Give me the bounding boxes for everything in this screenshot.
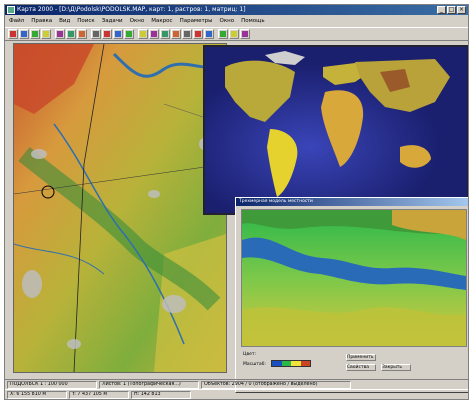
map-workspace[interactable]: Трехмерная модель местности Цвет: Масшта… bbox=[13, 43, 468, 393]
menu-search[interactable]: Поиск bbox=[77, 18, 94, 24]
menu-macro[interactable]: Макрос bbox=[151, 18, 172, 24]
open-icon bbox=[21, 31, 27, 37]
menu-window[interactable]: Окно bbox=[130, 18, 145, 24]
move-icon bbox=[104, 31, 110, 37]
cut-icon bbox=[57, 31, 63, 37]
world-canvas bbox=[205, 47, 467, 213]
legend-button[interactable] bbox=[204, 29, 214, 39]
legend-icon bbox=[206, 31, 212, 37]
new-icon bbox=[10, 31, 16, 37]
status-y: Y: 7 437 105 м bbox=[69, 390, 129, 399]
ruler-button[interactable] bbox=[182, 29, 192, 39]
legend-swatch bbox=[272, 361, 282, 366]
zoom-in-button[interactable] bbox=[138, 29, 148, 39]
color-scale-legend[interactable] bbox=[271, 360, 311, 367]
zoom-in-icon bbox=[140, 31, 146, 37]
info-button[interactable] bbox=[229, 29, 239, 39]
menu-view[interactable]: Вид bbox=[59, 18, 70, 24]
terrain-canvas bbox=[14, 44, 226, 372]
legend-swatch bbox=[281, 361, 291, 366]
move-button[interactable] bbox=[102, 29, 112, 39]
title-bar: Карта 2000 - [D:\Д\Podolsk\PODOLSK.MAP, … bbox=[5, 5, 468, 15]
zoom-out-button[interactable] bbox=[149, 29, 159, 39]
hand-icon bbox=[173, 31, 179, 37]
menu-window-2[interactable]: Окно bbox=[220, 18, 235, 24]
zoom-out-icon bbox=[151, 31, 157, 37]
print-icon bbox=[43, 31, 49, 37]
layers-icon bbox=[195, 31, 201, 37]
coordinate-bar: X: 6 155 810 м Y: 7 437 105 м H: 142 813 bbox=[5, 389, 468, 399]
zoom-fit-button[interactable] bbox=[160, 29, 170, 39]
properties-button[interactable]: Свойства bbox=[346, 364, 376, 371]
main-toolbar bbox=[5, 27, 468, 41]
draw-button[interactable] bbox=[124, 29, 134, 39]
select-button[interactable] bbox=[113, 29, 123, 39]
draw-icon bbox=[126, 31, 132, 37]
relief-window-titlebar[interactable]: Трехмерная модель местности bbox=[236, 198, 468, 206]
close-label: Закрыть bbox=[382, 365, 403, 370]
apply-button[interactable]: Применить bbox=[346, 354, 376, 361]
pointer-icon bbox=[93, 31, 99, 37]
pointer-button[interactable] bbox=[91, 29, 101, 39]
save-icon bbox=[32, 31, 38, 37]
status-sheets: Листов: 1 (Топографическая...) bbox=[99, 380, 199, 389]
legend-swatch bbox=[300, 361, 310, 366]
help-button[interactable] bbox=[218, 29, 228, 39]
relief-canvas bbox=[242, 210, 466, 346]
paste-button[interactable] bbox=[77, 29, 87, 39]
hand-button[interactable] bbox=[171, 29, 181, 39]
copy-icon bbox=[68, 31, 74, 37]
status-bar: ПОДОЛЬСК 1 : 100 000 Листов: 1 (Топограф… bbox=[5, 379, 468, 389]
color-label: Цвет: bbox=[243, 352, 257, 357]
properties-label: Свойства bbox=[347, 365, 369, 370]
close-button[interactable]: × bbox=[457, 6, 466, 14]
copy-button[interactable] bbox=[66, 29, 76, 39]
status-h: H: 142 813 bbox=[131, 390, 191, 399]
topographic-map[interactable] bbox=[13, 43, 227, 373]
menu-bar: Файл Правка Вид Поиск Задачи Окно Макрос… bbox=[5, 16, 468, 26]
application-window: Карта 2000 - [D:\Д\Podolsk\PODOLSK.MAP, … bbox=[4, 4, 469, 400]
legend-swatch bbox=[291, 361, 301, 366]
status-scale: ПОДОЛЬСК 1 : 100 000 bbox=[7, 380, 97, 389]
help-icon bbox=[220, 31, 226, 37]
paste-icon bbox=[79, 31, 85, 37]
menu-tasks[interactable]: Задачи bbox=[102, 18, 123, 24]
window-controls: _ □ × bbox=[437, 6, 466, 14]
print-button[interactable] bbox=[41, 29, 51, 39]
cut-button[interactable] bbox=[55, 29, 65, 39]
layers-button[interactable] bbox=[193, 29, 203, 39]
menu-help[interactable]: Помощь bbox=[241, 18, 264, 24]
menu-parameters[interactable]: Параметры bbox=[180, 18, 213, 24]
apply-label: Применить bbox=[347, 355, 374, 360]
open-button[interactable] bbox=[19, 29, 29, 39]
about-icon bbox=[242, 31, 248, 37]
relief-window-title: Трехмерная модель местности bbox=[239, 199, 313, 204]
zoom-fit-icon bbox=[162, 31, 168, 37]
minimize-button[interactable]: _ bbox=[437, 6, 446, 14]
app-icon bbox=[7, 6, 15, 14]
relief-3d-view[interactable] bbox=[241, 209, 467, 347]
status-x: X: 6 155 810 м bbox=[7, 390, 67, 399]
ruler-icon bbox=[184, 31, 190, 37]
window-title: Карта 2000 - [D:\Д\Podolsk\PODOLSK.MAP, … bbox=[17, 6, 246, 13]
relief-3d-window[interactable]: Трехмерная модель местности Цвет: Масшта… bbox=[235, 197, 468, 393]
world-map[interactable] bbox=[203, 45, 468, 215]
save-button[interactable] bbox=[30, 29, 40, 39]
menu-file[interactable]: Файл bbox=[9, 18, 24, 24]
new-button[interactable] bbox=[8, 29, 18, 39]
info-icon bbox=[231, 31, 237, 37]
scale-label: Масштаб: bbox=[243, 362, 266, 367]
close-relief-button[interactable]: Закрыть bbox=[381, 364, 411, 371]
menu-edit[interactable]: Правка bbox=[31, 18, 52, 24]
select-icon bbox=[115, 31, 121, 37]
maximize-button[interactable]: □ bbox=[447, 6, 456, 14]
status-objects: Объектов: 2904 / 0 (отображено / выделен… bbox=[201, 380, 351, 389]
about-button[interactable] bbox=[240, 29, 250, 39]
